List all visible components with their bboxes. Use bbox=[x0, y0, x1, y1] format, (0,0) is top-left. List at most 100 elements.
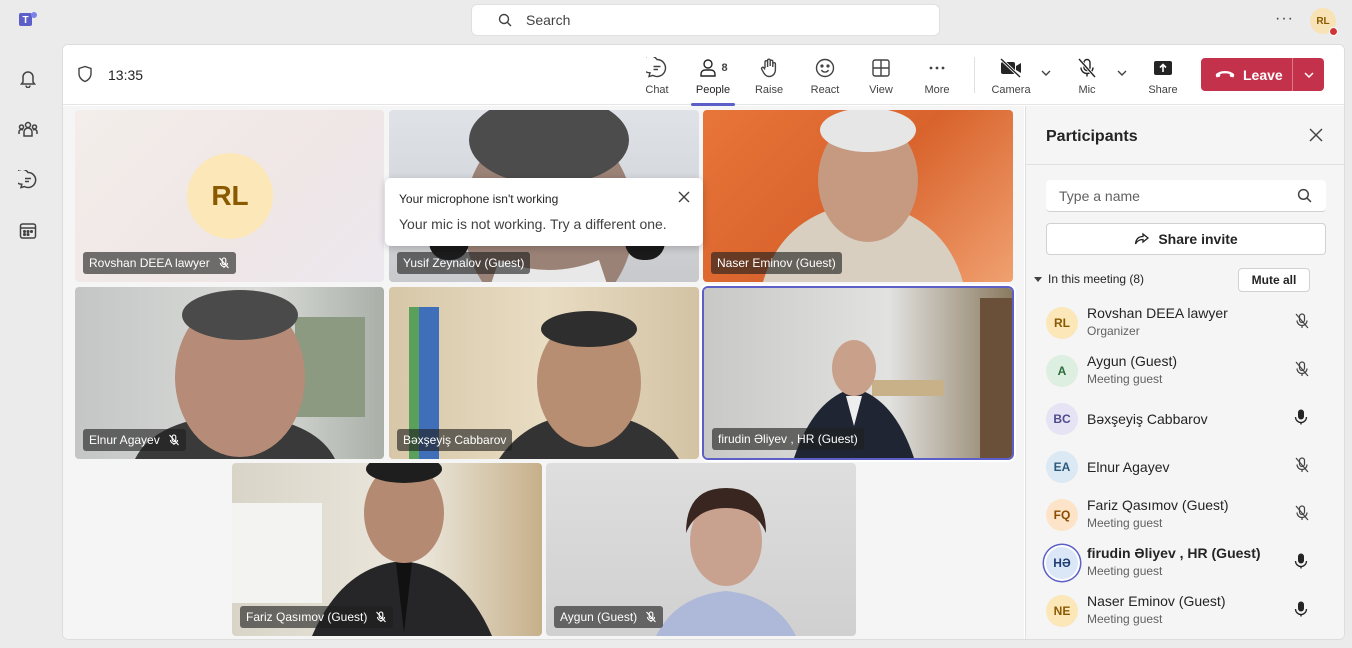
participant-avatar: RL bbox=[187, 153, 273, 239]
mic-muted-icon[interactable] bbox=[1294, 505, 1310, 526]
participant-role: Meeting guest bbox=[1087, 516, 1163, 530]
bell-icon[interactable] bbox=[16, 66, 40, 90]
mic-label: Mic bbox=[1078, 84, 1096, 96]
people-icon bbox=[700, 59, 717, 77]
hand-icon bbox=[760, 58, 777, 78]
chat-button[interactable]: Chat bbox=[631, 55, 683, 96]
user-avatar[interactable]: RL bbox=[1310, 8, 1338, 36]
share-invite-button[interactable]: Share invite bbox=[1046, 223, 1326, 255]
tile-name-tag: Fariz Qasımov (Guest) bbox=[240, 606, 394, 628]
mic-muted-icon[interactable] bbox=[1294, 457, 1310, 478]
video-tile-active[interactable]: firudin Əliyev , HR (Guest) bbox=[704, 288, 1012, 458]
chat-icon[interactable] bbox=[16, 168, 40, 192]
mic-chevron-down-icon[interactable] bbox=[1116, 67, 1128, 79]
participant-row[interactable]: A Aygun (Guest) Meeting guest bbox=[1046, 349, 1326, 397]
participant-role: Meeting guest bbox=[1087, 564, 1163, 578]
people-count: 8 bbox=[721, 62, 728, 74]
participant-row[interactable]: RL Rovshan DEEA lawyer Organizer bbox=[1046, 301, 1326, 349]
shield-icon[interactable] bbox=[77, 65, 93, 83]
search-icon bbox=[498, 13, 512, 27]
toast-body: Your mic is not working. Try a different… bbox=[399, 216, 667, 232]
close-panel-icon[interactable] bbox=[1309, 128, 1323, 142]
video-tile[interactable]: Elnur Agayev bbox=[75, 287, 384, 459]
participant-name: Aygun (Guest) bbox=[1087, 353, 1178, 369]
mic-muted-icon[interactable] bbox=[1294, 361, 1310, 382]
tile-name: Aygun (Guest) bbox=[560, 610, 638, 624]
participant-avatar: BC bbox=[1046, 403, 1078, 435]
more-button[interactable]: More bbox=[911, 55, 963, 96]
react-label: React bbox=[810, 84, 840, 96]
teams-icon[interactable] bbox=[16, 117, 40, 141]
calendar-icon[interactable] bbox=[16, 219, 40, 243]
meeting-window: 13:35 Chat 8 People Raise React View Mor… bbox=[62, 44, 1345, 640]
panel-divider bbox=[1026, 164, 1344, 165]
teams-logo-icon[interactable]: T bbox=[16, 8, 40, 32]
video-stage: RL Rovshan DEEA lawyer Yusif Zeynalov (G… bbox=[63, 106, 1024, 639]
mic-muted-icon[interactable] bbox=[1294, 313, 1310, 334]
participant-role: Meeting guest bbox=[1087, 612, 1163, 626]
mic-icon[interactable] bbox=[1294, 601, 1308, 622]
participant-row[interactable]: BC Bəxşeyiş Cabbarov bbox=[1046, 397, 1326, 445]
mic-muted-icon bbox=[375, 611, 387, 623]
mic-icon[interactable] bbox=[1294, 409, 1308, 430]
video-tile[interactable]: Aygun (Guest) bbox=[546, 463, 856, 636]
mic-off-icon bbox=[1077, 58, 1097, 78]
raise-hand-button[interactable]: Raise bbox=[743, 55, 795, 96]
top-bar: Search ··· RL bbox=[56, 0, 1352, 42]
leave-dropdown[interactable] bbox=[1293, 69, 1324, 81]
mute-all-button[interactable]: Mute all bbox=[1238, 268, 1310, 292]
ellipsis-icon bbox=[929, 66, 945, 70]
participant-name: Naser Eminov (Guest) bbox=[1087, 593, 1226, 609]
video-tile[interactable]: Naser Eminov (Guest) bbox=[703, 110, 1013, 282]
more-options-icon[interactable]: ··· bbox=[1275, 10, 1294, 28]
participant-avatar: RL bbox=[1046, 307, 1078, 339]
share-icon bbox=[1135, 232, 1150, 245]
participant-row[interactable]: HƏ firudin Əliyev , HR (Guest) Meeting gue… bbox=[1046, 541, 1326, 589]
presence-busy-icon bbox=[1329, 27, 1338, 36]
tile-name: firudin Əliyev , HR (Guest) bbox=[718, 432, 858, 446]
participant-avatar: FQ bbox=[1046, 499, 1078, 531]
section-label: In this meeting (8) bbox=[1048, 272, 1145, 286]
camera-chevron-down-icon[interactable] bbox=[1040, 67, 1052, 79]
participant-row[interactable]: EA Elnur Agayev bbox=[1046, 445, 1326, 493]
share-button[interactable]: Share bbox=[1137, 55, 1189, 96]
chat-icon bbox=[646, 57, 667, 78]
leave-button[interactable]: Leave bbox=[1201, 58, 1324, 91]
camera-button[interactable]: Camera bbox=[985, 55, 1037, 96]
mic-muted-icon bbox=[168, 434, 180, 446]
participant-search-input[interactable]: Type a name bbox=[1046, 180, 1326, 212]
tile-name: Fariz Qasımov (Guest) bbox=[246, 610, 368, 624]
participant-name: Bəxşeyiş Cabbarov bbox=[1087, 411, 1208, 427]
participant-name: Fariz Qasımov (Guest) bbox=[1087, 497, 1229, 513]
participant-row[interactable]: FQ Fariz Qasımov (Guest) Meeting guest bbox=[1046, 493, 1326, 541]
tile-name-tag: Aygun (Guest) bbox=[554, 606, 664, 628]
camera-off-icon bbox=[999, 57, 1022, 79]
video-tile[interactable]: RL Rovshan DEEA lawyer bbox=[75, 110, 384, 282]
participant-name: Rovshan DEEA lawyer bbox=[1087, 305, 1228, 321]
search-input[interactable]: Search bbox=[471, 4, 940, 36]
tile-name: Naser Eminov (Guest) bbox=[717, 256, 836, 270]
react-button[interactable]: React bbox=[799, 55, 851, 96]
participant-row[interactable]: NE Naser Eminov (Guest) Meeting guest bbox=[1046, 589, 1326, 637]
participant-name: firudin Əliyev , HR (Guest) bbox=[1087, 545, 1261, 561]
people-button[interactable]: 8 People bbox=[687, 55, 739, 106]
mic-button[interactable]: Mic bbox=[1061, 55, 1113, 96]
hang-up-icon bbox=[1215, 70, 1235, 77]
in-meeting-section[interactable]: In this meeting (8) bbox=[1034, 272, 1144, 286]
people-label: People bbox=[695, 84, 731, 96]
video-tile[interactable]: Bəxşeyiş Cabbarov bbox=[389, 287, 699, 459]
svg-text:T: T bbox=[22, 15, 28, 26]
tile-name-tag: firudin Əliyev , HR (Guest) bbox=[712, 428, 864, 450]
tile-name-tag: Rovshan DEEA lawyer bbox=[83, 252, 236, 274]
participant-avatar: HƏ bbox=[1046, 547, 1078, 579]
tile-name-tag: Naser Eminov (Guest) bbox=[711, 252, 842, 274]
mic-muted-icon bbox=[645, 611, 657, 623]
mic-icon[interactable] bbox=[1294, 553, 1308, 574]
mic-muted-icon bbox=[218, 257, 230, 269]
participants-panel: Participants Type a name Share invite In… bbox=[1025, 106, 1344, 639]
more-label: More bbox=[924, 84, 950, 96]
video-tile[interactable]: Fariz Qasımov (Guest) bbox=[232, 463, 542, 636]
close-icon[interactable] bbox=[677, 190, 691, 204]
leave-chevron-down-icon bbox=[1303, 71, 1314, 78]
view-button[interactable]: View bbox=[855, 55, 907, 96]
